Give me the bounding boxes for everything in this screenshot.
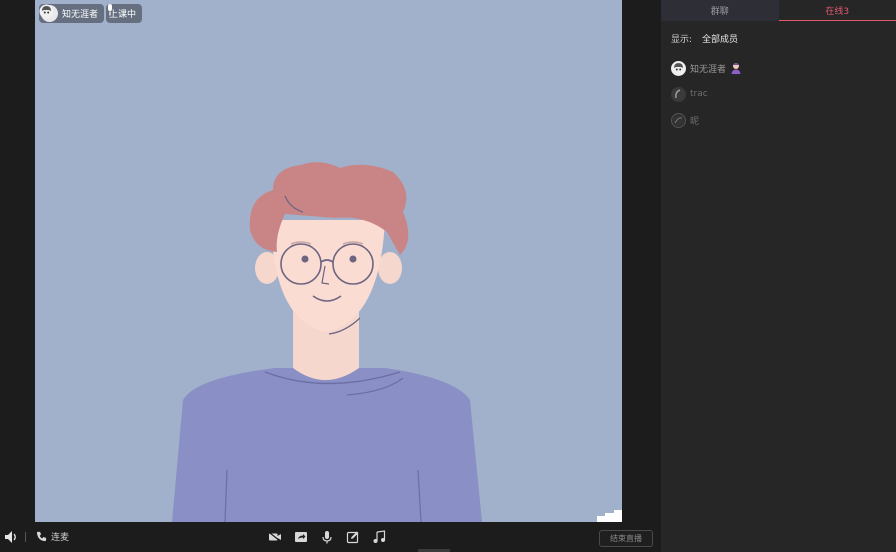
call-button[interactable]: 连麦 <box>36 530 69 543</box>
class-status-chip: 上课中 <box>106 4 143 23</box>
tab-online[interactable]: 在线3 <box>778 0 896 21</box>
member-name: 昵 <box>690 116 700 127</box>
presenter-video[interactable]: 知无涯者 上课中 <box>35 0 622 522</box>
member-name: 知无涯者 <box>690 64 727 75</box>
camera-button[interactable] <box>268 530 282 544</box>
live-classroom-window: 知无涯者 上课中 连麦 结束直播 群聊 在线3 显示: 全部成员 知无涯者 tr… <box>0 0 896 552</box>
end-live-button[interactable]: 结束直播 <box>599 530 653 547</box>
screen-share-button[interactable] <box>294 530 308 544</box>
teacher-icon <box>731 63 741 74</box>
side-panel: 群聊 在线3 显示: 全部成员 知无涯者 trac 昵 <box>661 0 896 552</box>
call-label: 连麦 <box>51 533 70 543</box>
member-filter[interactable]: 显示: 全部成员 <box>671 32 738 45</box>
avatar <box>671 60 686 76</box>
presenter-illustration <box>172 162 482 522</box>
filter-value[interactable]: 全部成员 <box>702 32 738 45</box>
presenter-name: 知无涯者 <box>62 10 99 20</box>
list-item[interactable]: 知无涯者 <box>671 55 891 81</box>
edit-icon <box>346 531 359 544</box>
list-item[interactable]: trac <box>671 81 891 107</box>
bottom-toolbar: 连麦 结束直播 <box>0 522 661 552</box>
list-item[interactable]: 昵 <box>671 107 891 133</box>
volume-icon[interactable] <box>4 530 18 544</box>
presenter-chip[interactable]: 知无涯者 <box>39 4 105 23</box>
phone-icon <box>36 531 47 542</box>
panel-tabs: 群聊 在线3 <box>661 0 896 21</box>
presenter-avatar <box>39 4 58 22</box>
whiteboard-button[interactable] <box>346 530 360 544</box>
tab-group-chat[interactable]: 群聊 <box>661 0 779 21</box>
member-list: 知无涯者 trac 昵 <box>671 55 891 133</box>
screen-share-icon <box>295 532 307 542</box>
avatar <box>671 86 686 102</box>
microphone-button[interactable] <box>320 530 334 544</box>
microphone-icon <box>322 531 332 544</box>
mic-icon <box>108 4 112 16</box>
video-stage: 知无涯者 上课中 <box>0 0 661 522</box>
member-name: trac <box>690 89 708 99</box>
music-icon <box>373 530 386 543</box>
media-controls <box>268 530 386 544</box>
filter-label: 显示: <box>671 35 693 45</box>
toolbar-divider <box>25 532 26 542</box>
fullscreen-corner-icon[interactable] <box>597 510 622 522</box>
avatar <box>671 112 686 128</box>
camera-icon <box>269 532 281 542</box>
music-button[interactable] <box>372 530 386 544</box>
